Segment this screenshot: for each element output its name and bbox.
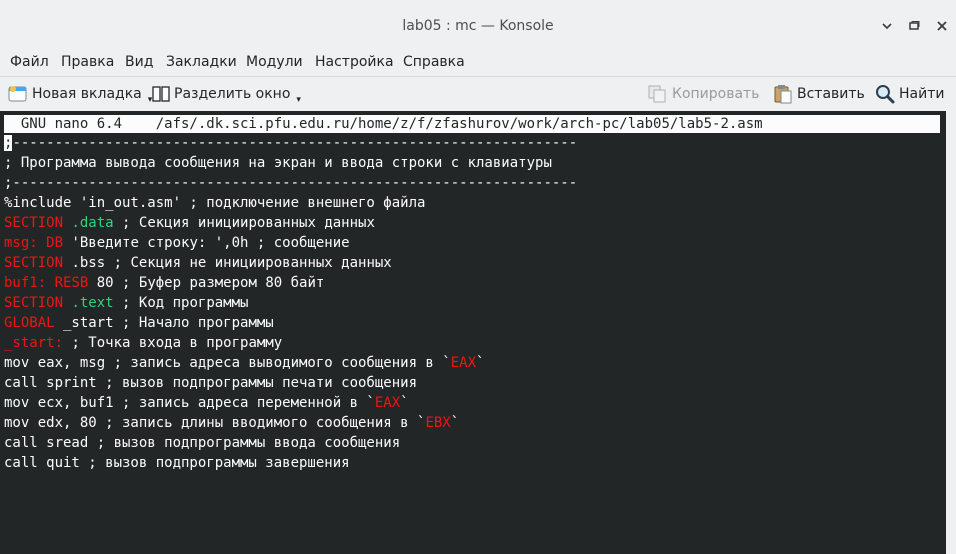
code-token: call sread ; вызов подпрограммы ввода со… xyxy=(4,435,401,451)
menu-file[interactable]: Файл xyxy=(10,54,49,70)
search-icon xyxy=(876,85,895,104)
maximize-button[interactable] xyxy=(905,17,923,35)
close-icon xyxy=(937,21,947,31)
split-view-button[interactable]: Разделить окно ▾ xyxy=(152,84,301,105)
menu-view[interactable]: Вид xyxy=(125,54,153,70)
new-tab-button[interactable]: Новая вкладка ▾ xyxy=(8,84,152,105)
code-token: GLOBAL xyxy=(4,315,55,331)
code-line: buf1: RESB 80 ; Буфер размером 80 байт xyxy=(4,273,577,293)
paste-label: Вставить xyxy=(797,86,865,102)
code-token: .data xyxy=(71,215,114,231)
code-token: ; Секция инициированных данных xyxy=(113,215,375,231)
window-title: lab05 : mc — Konsole xyxy=(402,18,554,34)
menu-edit[interactable]: Правка xyxy=(61,54,114,70)
split-view-icon xyxy=(152,86,170,102)
code-line: _start: ; Точка входа в программу xyxy=(4,333,577,353)
copy-label: Копировать xyxy=(672,86,760,102)
split-view-label: Разделить окно xyxy=(174,86,291,102)
code-line: SECTION .bss ; Секция не инициированных … xyxy=(4,253,577,273)
menu-plugins[interactable]: Модули xyxy=(246,54,303,70)
code-token: ; Программа вывода сообщения на экран и … xyxy=(4,155,552,171)
code-token: SECTION xyxy=(4,255,64,271)
code-token: _start: xyxy=(4,335,64,351)
copy-icon xyxy=(648,85,666,103)
code-token: mov eax, msg ; запись адреса выводимого … xyxy=(4,355,451,371)
minimize-button[interactable] xyxy=(878,17,896,35)
code-token: call sprint ; вызов подпрограммы печати … xyxy=(4,375,418,391)
split-view-dropdown-icon[interactable]: ▾ xyxy=(296,95,301,105)
code-token: msg: xyxy=(4,235,38,251)
code-line: ;---------------------------------------… xyxy=(4,133,577,153)
find-label: Найти xyxy=(899,86,945,102)
paste-icon xyxy=(774,85,792,104)
code-line: call sread ; вызов подпрограммы ввода со… xyxy=(4,433,577,453)
code-token: .text xyxy=(71,295,114,311)
menu-settings[interactable]: Настройка xyxy=(315,54,394,70)
code-token: %include 'in_out.asm' ; подключение внеш… xyxy=(4,195,426,211)
code-token: ` xyxy=(450,415,460,431)
code-line: %include 'in_out.asm' ; подключение внеш… xyxy=(4,193,577,213)
window-titlebar[interactable]: lab05 : mc — Konsole xyxy=(0,0,956,50)
code-line: msg: DB 'Введите строку: ',0h ; сообщени… xyxy=(4,233,577,253)
code-token: ; Код программы xyxy=(113,295,249,311)
scrollbar[interactable] xyxy=(946,111,956,554)
menu-bar: Файл Правка Вид Закладки Модули Настройк… xyxy=(0,50,956,75)
code-token: SECTION xyxy=(4,295,64,311)
code-line: mov eax, msg ; запись адреса выводимого … xyxy=(4,353,577,373)
chevron-down-icon xyxy=(882,23,892,30)
nano-header: GNU nano 6.4 /afs/.dk.sci.pfu.edu.ru/hom… xyxy=(4,115,940,133)
code-token: RESB xyxy=(54,275,89,291)
paste-button[interactable]: Вставить xyxy=(773,84,865,104)
code-line: SECTION .text ; Код программы xyxy=(4,293,577,313)
code-line: mov ecx, buf1 ; запись адреса переменной… xyxy=(4,393,577,413)
close-button[interactable] xyxy=(933,17,951,35)
new-tab-icon xyxy=(8,86,27,102)
code-token: 'Введите строку: ',0h ; сообщение xyxy=(63,235,350,251)
terminal-view[interactable]: GNU nano 6.4 /afs/.dk.sci.pfu.edu.ru/hom… xyxy=(0,111,946,554)
code-token: ; Точка входа в программу xyxy=(63,335,283,351)
code-token: _start ; Начало программы xyxy=(54,315,274,331)
code-token: call quit ; вызов подпрограммы завершени… xyxy=(4,455,350,471)
find-button[interactable]: Найти xyxy=(875,84,944,104)
menu-bookmarks[interactable]: Закладки xyxy=(166,54,237,70)
editor-buffer[interactable]: ;---------------------------------------… xyxy=(4,133,577,473)
code-token: EBX xyxy=(425,415,451,431)
code-token: ` xyxy=(400,395,409,411)
code-token: buf1: xyxy=(4,275,47,291)
code-token: ;---------------------------------------… xyxy=(4,175,578,191)
code-token: DB xyxy=(46,235,64,251)
restore-icon xyxy=(909,21,920,30)
new-tab-label: Новая вкладка xyxy=(32,86,142,102)
code-line: mov edx, 80 ; запись длины вводимого соо… xyxy=(4,413,577,433)
menu-help[interactable]: Справка xyxy=(403,54,465,70)
code-line: ; Программа вывода сообщения на экран и … xyxy=(4,153,577,173)
code-line: call quit ; вызов подпрограммы завершени… xyxy=(4,453,577,473)
copy-button[interactable]: Копировать xyxy=(648,84,759,104)
toolbar: Новая вкладка ▾ Разделить окно ▾ Копиров… xyxy=(0,76,956,111)
code-line: SECTION .data ; Секция инициированных да… xyxy=(4,213,577,233)
code-token: .bss ; Секция не инициированных данных xyxy=(63,255,392,271)
code-line: GLOBAL _start ; Начало программы xyxy=(4,313,577,333)
code-token: EAX xyxy=(450,355,477,371)
code-token: EAX xyxy=(374,395,401,411)
code-token: SECTION xyxy=(4,215,64,231)
code-token: ` xyxy=(476,355,485,371)
code-line: ;---------------------------------------… xyxy=(4,173,577,193)
code-line: call sprint ; вызов подпрограммы печати … xyxy=(4,373,577,393)
code-token: 80 ; Буфер размером 80 байт xyxy=(88,275,325,291)
code-token: mov ecx, buf1 ; запись адреса переменной… xyxy=(4,395,375,411)
code-token: ----------------------------------------… xyxy=(12,135,578,151)
code-token: mov edx, 80 ; запись длины вводимого соо… xyxy=(4,415,426,431)
